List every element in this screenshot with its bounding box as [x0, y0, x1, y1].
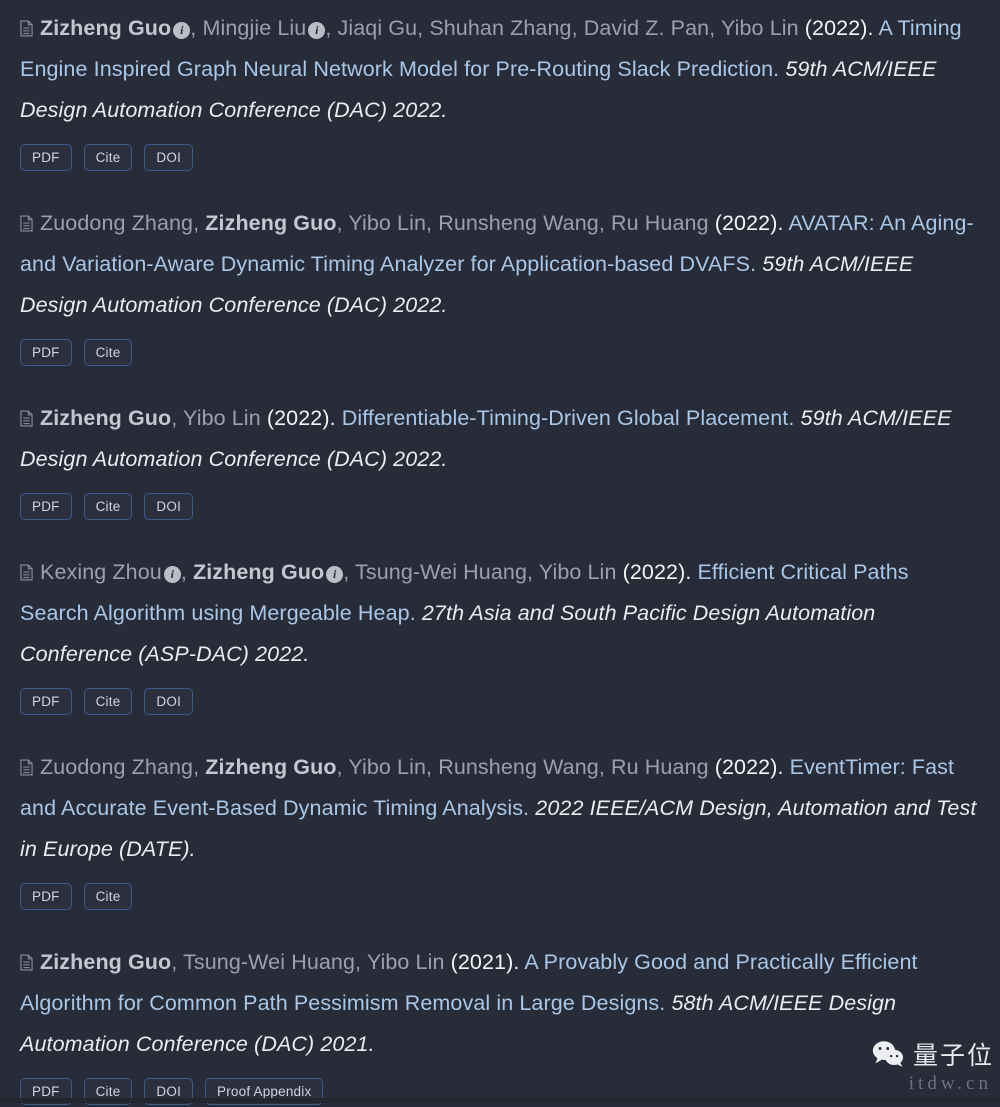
pdf-button[interactable]: PDF [20, 339, 72, 366]
document-icon [20, 759, 33, 776]
document-icon-shape [20, 410, 33, 427]
author-name: Kexing Zhou [40, 560, 162, 584]
author-separator: , [571, 16, 584, 40]
author-separator: , [343, 560, 356, 584]
author-name: Ru Huang [611, 211, 709, 235]
author-name: Yibo Lin [183, 406, 261, 430]
document-icon-shape [20, 564, 33, 581]
document-icon [20, 564, 33, 581]
author-separator: , [527, 560, 539, 584]
cite-button[interactable]: Cite [83, 493, 133, 520]
author-name: David Z. Pan [583, 16, 710, 40]
author-separator: , [598, 211, 612, 235]
author-name: Yibo Lin [366, 950, 445, 974]
author-separator: , [426, 211, 439, 235]
citation-text: Zuodong Zhang, Zizheng Guo, Yibo Lin, Ru… [20, 747, 980, 870]
publication-year: (2021). [450, 950, 520, 974]
pdf-button[interactable]: PDF [20, 493, 72, 520]
publication-title-link[interactable]: Differentiable-Timing-Driven Global Plac… [342, 406, 795, 430]
author-name: Yibo Lin [348, 211, 427, 235]
publication-list: Zizheng Guo i, Mingjie Liu i, Jiaqi Gu, Sh… [0, 0, 1000, 1107]
citation-text: Kexing Zhou i, Zizheng Guo i, Tsung-Wei Hu… [20, 552, 980, 675]
citation-text: Zizheng Guo i, Mingjie Liu i, Jiaqi Gu, Sh… [20, 8, 980, 131]
publication-year: (2022). [714, 211, 784, 235]
author-name: Yibo Lin [348, 755, 427, 779]
document-icon-shape [20, 215, 33, 232]
author-name: Runsheng Wang [438, 211, 599, 235]
pdf-button[interactable]: PDF [20, 688, 72, 715]
publication-entry: Zizheng Guo, Tsung-Wei Huang, Yibo Lin (… [20, 942, 980, 1107]
cite-button[interactable]: Cite [83, 339, 133, 366]
doi-button[interactable]: DOI [144, 688, 194, 715]
doi-button[interactable]: DOI [144, 144, 194, 171]
bottom-strip [0, 1098, 1000, 1103]
publication-year: (2022). [804, 16, 874, 40]
cite-button[interactable]: Cite [83, 688, 133, 715]
doi-button[interactable]: DOI [144, 493, 194, 520]
author-name: Yibo Lin [720, 16, 799, 40]
pdf-button[interactable]: PDF [20, 144, 72, 171]
author-name: Tsung-Wei Huang [355, 560, 528, 584]
author-name: Mingjie Liu [202, 16, 307, 40]
author-name: Zuodong Zhang [40, 755, 194, 779]
publication-entry: Zuodong Zhang, Zizheng Guo, Yibo Lin, Ru… [20, 747, 980, 912]
author-separator: , [193, 755, 206, 779]
publication-entry: Zuodong Zhang, Zizheng Guo, Yibo Lin, Ru… [20, 203, 980, 368]
publication-year: (2022). [266, 406, 336, 430]
author-separator: , [171, 950, 184, 974]
author-separator: , [709, 16, 721, 40]
author-name-highlighted: Zizheng Guo [40, 16, 172, 40]
publication-entry: Zizheng Guo, Yibo Lin (2022). Differenti… [20, 398, 980, 522]
author-separator: , [193, 211, 206, 235]
author-separator: , [180, 560, 193, 584]
publication-year: (2022). [622, 560, 692, 584]
author-separator: , [325, 16, 338, 40]
author-name-highlighted: Zizheng Guo [205, 211, 337, 235]
author-info-icon[interactable]: i [163, 566, 181, 583]
author-separator: , [355, 950, 367, 974]
document-icon [20, 954, 33, 971]
author-separator: , [336, 211, 349, 235]
author-info-icon[interactable]: i [326, 566, 344, 583]
citation-text: Zizheng Guo, Yibo Lin (2022). Differenti… [20, 398, 980, 480]
author-name: Zuodong Zhang [40, 211, 194, 235]
publication-actions: PDF Cite [20, 883, 980, 910]
cite-button[interactable]: Cite [83, 883, 133, 910]
author-name: Ru Huang [611, 755, 709, 779]
document-icon [20, 410, 33, 427]
author-name-highlighted: Zizheng Guo [205, 755, 337, 779]
publication-entry: Kexing Zhou i, Zizheng Guo i, Tsung-Wei Hu… [20, 552, 980, 717]
author-separator: , [171, 406, 184, 430]
author-name: Shuhan Zhang [429, 16, 572, 40]
author-name-highlighted: Zizheng Guo [40, 950, 172, 974]
author-separator: , [598, 755, 612, 779]
document-icon-shape [20, 954, 33, 971]
author-separator: , [417, 16, 430, 40]
author-separator: , [426, 755, 439, 779]
publication-actions: PDF Cite DOI [20, 688, 980, 715]
document-icon-shape [20, 20, 33, 37]
author-name: Tsung-Wei Huang [183, 950, 356, 974]
author-info-icon[interactable]: i [308, 22, 326, 39]
pdf-button[interactable]: PDF [20, 883, 72, 910]
document-icon [20, 215, 33, 232]
author-name-highlighted: Zizheng Guo [192, 560, 325, 584]
author-name: Yibo Lin [538, 560, 617, 584]
author-separator: , [190, 16, 203, 40]
publication-actions: PDF Cite [20, 339, 980, 366]
author-name-highlighted: Zizheng Guo [40, 406, 172, 430]
document-icon-shape [20, 759, 33, 776]
publication-year: (2022). [714, 755, 784, 779]
cite-button[interactable]: Cite [83, 144, 133, 171]
author-separator: , [336, 755, 349, 779]
publication-actions: PDF Cite DOI [20, 144, 980, 171]
author-info-icon[interactable]: i [173, 22, 191, 39]
document-icon [20, 20, 33, 37]
publication-entry: Zizheng Guo i, Mingjie Liu i, Jiaqi Gu, Sh… [20, 8, 980, 173]
author-name: Jiaqi Gu [337, 16, 418, 40]
author-name: Runsheng Wang [438, 755, 599, 779]
publication-actions: PDF Cite DOI [20, 493, 980, 520]
citation-text: Zizheng Guo, Tsung-Wei Huang, Yibo Lin (… [20, 942, 980, 1065]
citation-text: Zuodong Zhang, Zizheng Guo, Yibo Lin, Ru… [20, 203, 980, 326]
